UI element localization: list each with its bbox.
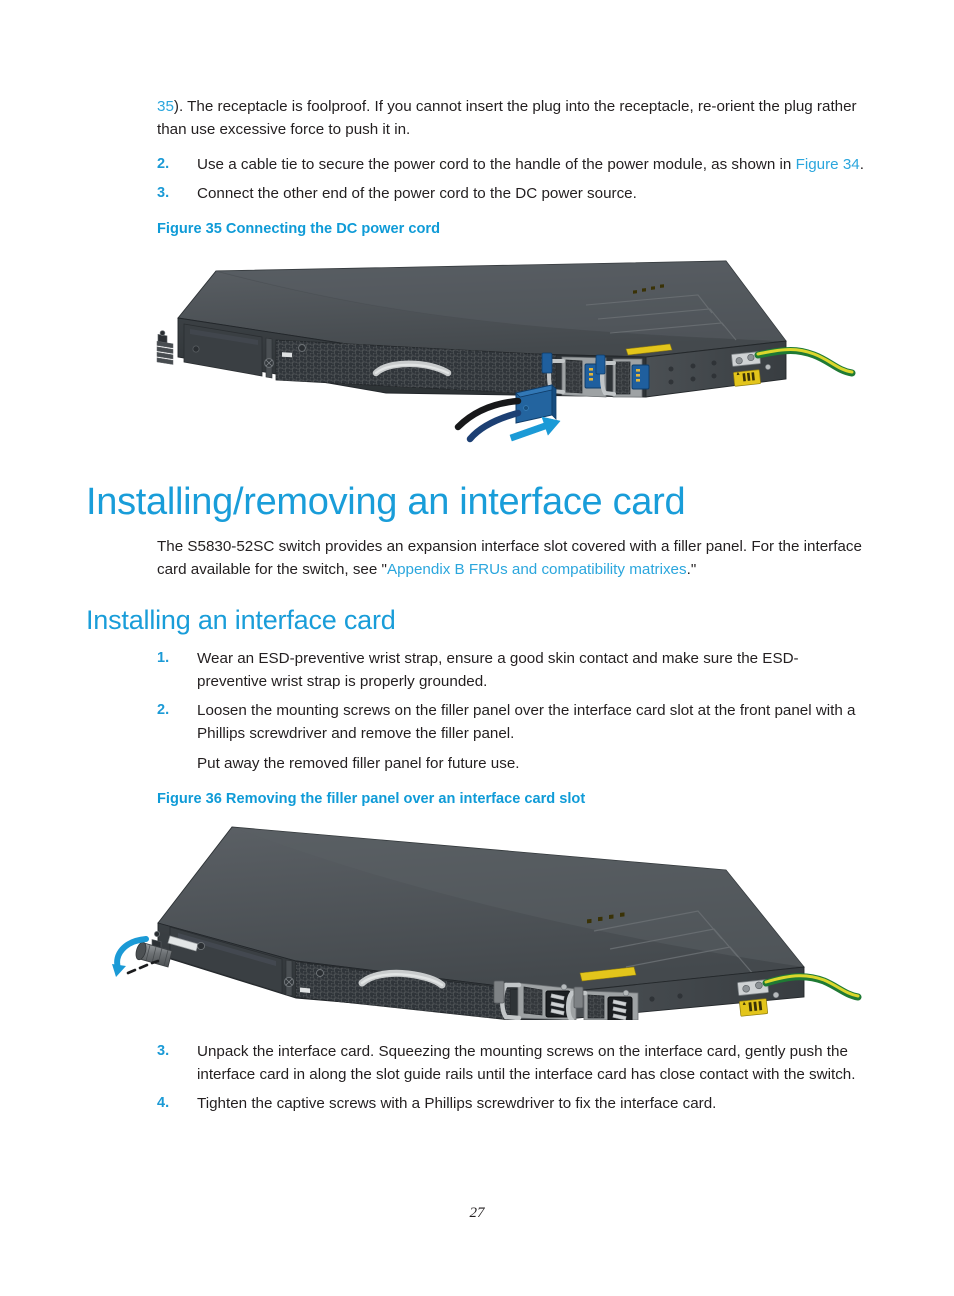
figure-36-illustration bbox=[86, 815, 868, 1020]
document-page: 35). The receptacle is foolproof. If you… bbox=[0, 0, 954, 1296]
removal-guide-dashes bbox=[126, 959, 160, 975]
mounting-screw bbox=[196, 941, 206, 951]
step-text: Wear an ESD-preventive wrist strap, ensu… bbox=[197, 650, 799, 690]
list-item: 2. Use a cable tie to secure the power co… bbox=[86, 153, 868, 176]
step-text: Tighten the captive screws with a Philli… bbox=[197, 1095, 717, 1112]
list-item: 1. Wear an ESD-preventive wrist strap, en… bbox=[86, 647, 868, 693]
list-item: 3. Unpack the interface card. Squeezing t… bbox=[86, 1040, 868, 1086]
continued-paragraph-text: ). The receptacle is foolproof. If you c… bbox=[157, 98, 857, 138]
module-latch-left bbox=[493, 980, 505, 1004]
figure-35-back-reference-link[interactable]: 35 bbox=[157, 98, 174, 115]
step-sub-paragraph: Put away the removed filler panel for fu… bbox=[197, 755, 520, 772]
step-number: 4. bbox=[157, 1095, 170, 1111]
status-led-block bbox=[156, 330, 174, 365]
continued-paragraph: 35). The receptacle is foolproof. If you… bbox=[157, 95, 868, 141]
section-heading-installing: Installing an interface card bbox=[86, 605, 396, 635]
step-text: Use a cable tie to secure the power cord… bbox=[197, 156, 796, 173]
step-text: Unpack the interface card. Squeezing the… bbox=[197, 1043, 856, 1083]
figure-34-link[interactable]: Figure 34 bbox=[796, 156, 860, 173]
step-text: Loosen the mounting screws on the filler… bbox=[197, 702, 856, 742]
module-latch-right bbox=[573, 986, 584, 1009]
section-intro-text-tail: ." bbox=[686, 561, 697, 578]
retaining-clip-right bbox=[595, 354, 606, 375]
page-number: 27 bbox=[469, 1205, 485, 1221]
step-text-tail: . bbox=[859, 156, 864, 173]
figure-35-illustration bbox=[86, 245, 868, 445]
list-item: 3. Connect the other end of the power cor… bbox=[86, 182, 868, 205]
list-item: 2. Loosen the mounting screws on the fill… bbox=[86, 699, 868, 775]
filler-panel-screw bbox=[192, 345, 200, 353]
step-number: 2. bbox=[157, 702, 170, 718]
dc-power-steps-list: 2. Use a cable tie to secure the power co… bbox=[86, 153, 868, 205]
install-steps-tail-list: 3. Unpack the interface card. Squeezing t… bbox=[86, 1040, 868, 1115]
section-intro-paragraph: The S5830-52SC switch provides an expans… bbox=[157, 535, 868, 581]
retaining-clip-left bbox=[541, 352, 553, 374]
step-number: 3. bbox=[157, 1043, 170, 1059]
page-title: Installing/removing an interface card bbox=[86, 481, 686, 523]
appendix-b-link[interactable]: Appendix B FRUs and compatibility matrix… bbox=[387, 561, 687, 578]
figure-35-caption: Figure 35 Connecting the DC power cord bbox=[157, 221, 440, 237]
step-text: Connect the other end of the power cord … bbox=[197, 185, 637, 202]
step-number: 3. bbox=[157, 185, 170, 201]
list-item: 4. Tighten the captive screws with a Phil… bbox=[86, 1092, 868, 1115]
step-number: 2. bbox=[157, 156, 170, 172]
install-steps-list: 1. Wear an ESD-preventive wrist strap, en… bbox=[86, 647, 868, 775]
dc-terminal-block-right bbox=[631, 364, 650, 390]
step-number: 1. bbox=[157, 650, 170, 666]
figure-36-caption: Figure 36 Removing the filler panel over… bbox=[157, 791, 586, 807]
page-content: 35). The receptacle is foolproof. If you… bbox=[86, 95, 868, 1121]
